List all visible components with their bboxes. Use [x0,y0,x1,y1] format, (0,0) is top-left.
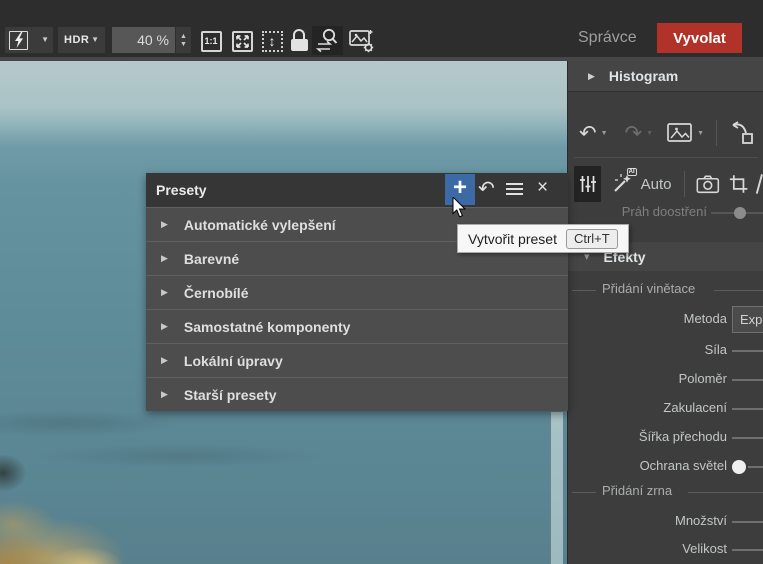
highlight-protection-slider-row: Ochrana světel [568,456,763,476]
sharpen-threshold-label: Práh doostření [622,204,707,219]
sliders-icon [579,175,597,193]
top-toolbar: ▼ HDR ▼ 40 % ▲ ▼ 1:1 ↕ [0,0,763,57]
hdr-button[interactable]: HDR ▼ [58,27,105,53]
slider-track[interactable] [732,350,763,352]
presets-panel: Presety + ↶ × ▶ Automatické vylepšení ▶ … [146,173,568,411]
expand-arrows-icon [232,31,253,52]
roundness-slider-row: Zakulacení [568,398,763,418]
radius-slider-row: Poloměr [568,369,763,389]
slider-track[interactable] [732,521,763,523]
tab-spravce[interactable]: Správce [578,29,637,47]
lock-icon [293,29,305,39]
vignette-group-header: Přidání vinětace [568,279,763,299]
magnifier-swap-icon [312,26,343,55]
copy-settings-icon[interactable] [729,121,757,145]
divider [684,171,685,197]
lock-zoom-button[interactable] [289,29,309,53]
amount-slider-row: Množství [568,511,763,531]
slider-track[interactable] [732,549,763,551]
collapsed-triangle-icon[interactable]: ▶ [161,219,168,230]
vignette-group-label: Přidání vinětace [602,281,695,296]
histogram-section-header[interactable]: ▶ Histogram [568,61,763,92]
vignette-method-row: Metoda Expo [568,306,763,333]
collapsed-triangle-icon[interactable]: ▶ [161,253,168,264]
collapsed-triangle-icon[interactable]: ▶ [161,389,168,400]
compare-view-button[interactable] [312,26,343,55]
histogram-title: Histogram [609,68,678,84]
collapsed-triangle-icon[interactable]: ▶ [161,321,168,332]
undo-icon[interactable]: ↶ [579,123,597,144]
size-slider-row: Velikost [568,539,763,559]
grain-group-header: Přidání zrna [568,481,763,501]
spinner-up-icon[interactable]: ▲ [180,33,187,40]
develop-side-panel: ▶ Histogram ↶ ▼ ↷ ▼ ▼ [567,61,763,564]
slider-thumb[interactable] [732,460,746,474]
chevron-down-icon[interactable]: ▼ [41,36,49,44]
slider-thumb-disabled [734,207,746,219]
lightning-icon [9,31,28,50]
fit-to-screen-button[interactable] [229,28,255,54]
collapsed-triangle-icon[interactable]: ▶ [588,71,595,82]
slider-track[interactable] [748,466,763,468]
image-gear-icon [348,27,375,54]
export-settings-button[interactable] [348,27,375,54]
presets-panel-header[interactable]: Presety + ↶ × [146,173,568,207]
collapsed-triangle-icon[interactable]: ▶ [161,287,168,298]
image-preview-icon[interactable] [667,123,693,143]
method-label: Metoda [684,311,727,326]
undo-dropdown-icon[interactable]: ▼ [601,130,608,137]
camera-tool-icon[interactable] [696,173,720,195]
zoom-stepper[interactable]: ▲ ▼ [176,27,191,53]
flash-tool-button[interactable]: ▼ [5,27,53,53]
ai-badge: AI [627,168,637,176]
spinner-down-icon[interactable]: ▼ [180,41,187,48]
slider-track[interactable] [732,379,763,381]
preset-group-legacy[interactable]: ▶ Starší presety [146,377,568,411]
history-toolbar: ↶ ▼ ↷ ▼ ▼ [568,116,763,150]
divider [716,120,717,146]
chevron-down-icon[interactable]: ▼ [91,36,99,44]
preset-group-local-edits[interactable]: ▶ Lokální úpravy [146,343,568,377]
grain-group-label: Přidání zrna [602,483,672,498]
up-down-arrow-icon: ↕ [269,34,276,48]
revert-preset-icon[interactable]: ↶ [478,176,495,201]
tab-vyvolat-active[interactable]: Vyvolat [657,23,742,53]
zoom-1-1-button[interactable]: 1:1 [198,28,224,54]
auto-label[interactable]: Auto [641,176,672,193]
close-icon[interactable]: × [537,177,548,199]
auto-enhance-button[interactable]: AI [611,171,636,197]
sharpen-threshold-row: Práh doostření [568,202,763,222]
menu-icon[interactable] [506,183,523,198]
brush-tool-icon-partial[interactable] [755,172,763,196]
tooltip-label: Vytvořit preset [468,231,557,247]
slider-track[interactable] [732,408,763,410]
feather-slider-row: Šířka přechodu [568,427,763,447]
mouse-cursor [452,197,468,219]
presets-title: Presety [156,182,207,198]
preset-group-components[interactable]: ▶ Samostatné komponenty [146,309,568,343]
one-to-one-icon: 1:1 [204,36,217,46]
develop-tools-toolbar: AI Auto [568,166,763,202]
fit-height-button[interactable]: ↕ [259,28,285,54]
create-preset-tooltip: Vytvořit preset Ctrl+T [457,224,629,253]
redo-dropdown-icon: ▼ [646,130,653,137]
divider [574,157,758,158]
hdr-label: HDR [64,34,89,46]
crop-tool-icon[interactable] [729,173,748,195]
tooltip-shortcut: Ctrl+T [566,229,618,249]
photo-edge-strip [550,412,563,564]
method-select[interactable]: Expo [732,306,763,333]
image-dropdown-icon[interactable]: ▼ [697,130,704,137]
preset-group-bw[interactable]: ▶ Černobílé [146,275,568,309]
collapsed-triangle-icon[interactable]: ▶ [161,355,168,366]
zoom-level-input[interactable]: 40 % [112,27,175,53]
strength-slider-row: Síla [568,340,763,360]
redo-icon[interactable]: ↷ [625,123,643,144]
adjustments-tool-button-active[interactable] [574,166,601,202]
slider-track[interactable] [732,437,763,439]
